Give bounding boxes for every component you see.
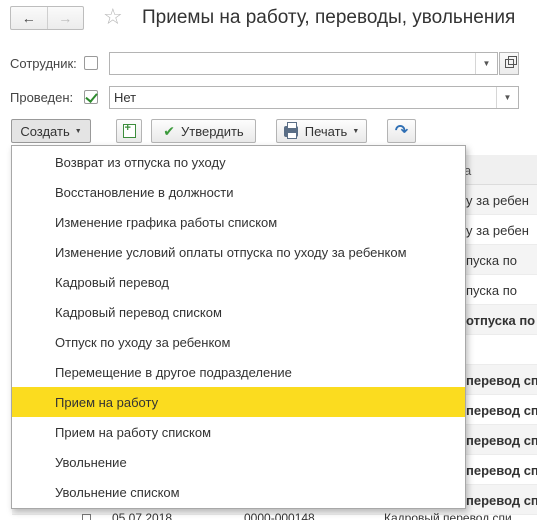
table-row[interactable]: 05.07.2018 0000-000148 Кадровый перевод …	[12, 511, 537, 520]
menu-item[interactable]: Изменение условий оплаты отпуска по уход…	[12, 237, 465, 267]
favorite-star-icon[interactable]: ☆	[103, 4, 123, 30]
menu-item[interactable]: Перемещение в другое подразделение	[12, 357, 465, 387]
row-type: перевод спи	[466, 403, 537, 418]
copy-add-icon	[122, 122, 136, 138]
menu-item[interactable]: Прием на работу	[12, 387, 465, 417]
page-title: Приемы на работу, переводы, увольнения	[142, 7, 516, 28]
row-type: перевод спи	[466, 433, 537, 448]
row-type: пуска по	[466, 253, 517, 268]
menu-item[interactable]: Увольнение списком	[12, 477, 465, 507]
menu-item[interactable]: Прием на работу списком	[12, 417, 465, 447]
open-form-icon	[504, 56, 517, 68]
chevron-down-icon[interactable]: ▼	[496, 87, 518, 108]
history-nav: ← →	[10, 6, 84, 30]
row-type: перевод спи	[466, 373, 537, 388]
row-date: 05.07.2018	[112, 511, 173, 520]
forward-button[interactable]: →	[48, 7, 84, 29]
printer-icon	[283, 121, 298, 139]
posted-filter-label: Проведен:	[10, 90, 74, 105]
posted-field[interactable]: Нет ▼	[109, 86, 519, 109]
employee-filter-checkbox[interactable]	[84, 56, 98, 70]
posted-filter-checkbox[interactable]	[84, 90, 98, 104]
employee-filter-label: Сотрудник:	[10, 56, 77, 71]
approve-button-label: Утвердить	[181, 123, 244, 139]
row-type: у за ребен	[466, 193, 529, 208]
chevron-down-icon: ▼	[352, 127, 360, 135]
posted-field-value: Нет	[114, 90, 137, 105]
menu-item[interactable]: Возврат из отпуска по уходу	[12, 147, 465, 177]
checkmark-icon: ✔	[163, 122, 175, 139]
row-number: 0000-000148	[244, 511, 315, 520]
open-employee-button[interactable]	[499, 52, 519, 75]
create-button-label: Создать	[20, 123, 70, 139]
arrow-left-icon: ←	[21, 10, 36, 26]
arrow-right-icon: →	[58, 10, 73, 26]
create-dropdown-menu: Возврат из отпуска по уходу Восстановлени…	[11, 145, 466, 509]
approve-button[interactable]: ✔ Утвердить	[151, 119, 256, 143]
menu-item[interactable]: Увольнение	[12, 447, 465, 477]
chevron-down-icon: ▼	[74, 127, 82, 135]
back-button[interactable]: ←	[11, 7, 48, 29]
menu-item[interactable]: Отпуск по уходу за ребенком	[12, 327, 465, 357]
employee-field[interactable]: ▼	[109, 52, 498, 75]
row-type: пуска по	[466, 283, 517, 298]
row-type: перевод спи	[466, 493, 537, 508]
print-button-label: Печать	[304, 123, 348, 139]
document-icon	[82, 514, 91, 520]
menu-item[interactable]: Кадровый перевод	[12, 267, 465, 297]
row-type: перевод спи	[466, 463, 537, 478]
row-type: Кадровый перевод спи	[384, 511, 512, 520]
menu-item[interactable]: Восстановление в должности	[12, 177, 465, 207]
menu-item[interactable]: Кадровый перевод списком	[12, 297, 465, 327]
row-type: у за ребен	[466, 223, 529, 238]
post-arrow-icon: ↷	[394, 123, 409, 140]
copy-button[interactable]	[116, 119, 142, 143]
post-button[interactable]: ↷	[387, 119, 416, 143]
row-type: отпуска по	[466, 313, 536, 328]
menu-item[interactable]: Изменение графика работы списком	[12, 207, 465, 237]
print-button[interactable]: Печать ▼	[276, 119, 367, 143]
create-button[interactable]: Создать ▼	[11, 119, 91, 143]
chevron-down-icon[interactable]: ▼	[475, 53, 497, 74]
